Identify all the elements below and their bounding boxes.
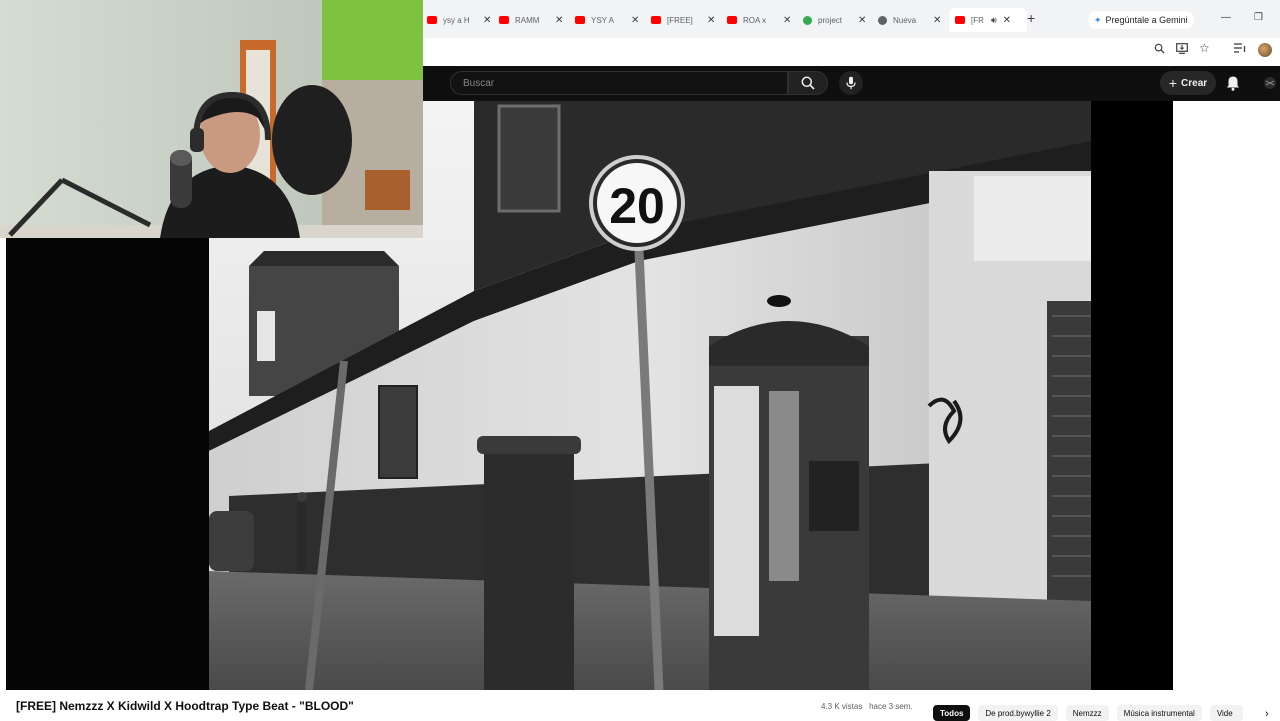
- search-icon: [801, 76, 815, 90]
- close-icon[interactable]: ✕: [555, 15, 563, 26]
- browser-tab-7[interactable]: Nueva ✕: [878, 8, 946, 32]
- close-icon[interactable]: ✕: [483, 15, 491, 26]
- filter-chips: Todos De prod.bywyllie 2 Nemzzz Música i…: [933, 705, 1243, 721]
- account-avatar[interactable]: [1262, 75, 1278, 91]
- close-icon[interactable]: ✕: [1003, 15, 1011, 26]
- gemini-sparkle-icon: ✦: [1094, 14, 1102, 25]
- video-meta: 4.3 K vistas hace 3 sem.: [821, 702, 913, 711]
- youtube-favicon-icon: [955, 16, 965, 24]
- chip-instrumental[interactable]: Música instrumental: [1116, 705, 1202, 721]
- plus-icon: +: [1168, 75, 1178, 91]
- drive-favicon-icon: [803, 15, 812, 25]
- video-letterbox-right: [1091, 101, 1173, 690]
- chevron-right-icon[interactable]: ›: [1265, 708, 1269, 720]
- browser-tab-4[interactable]: [FREE] ✕: [651, 8, 719, 32]
- browser-tab-5[interactable]: ROA x ✕: [727, 8, 795, 32]
- close-icon[interactable]: ✕: [783, 15, 791, 26]
- video-title: [FREE] Nemzzz X Kidwild X Hoodtrap Type …: [16, 699, 354, 713]
- youtube-favicon-icon: [427, 16, 437, 24]
- search-button[interactable]: [788, 71, 828, 95]
- bookmark-star-icon[interactable]: ☆: [1199, 41, 1210, 55]
- restore-button[interactable]: ❐: [1254, 12, 1263, 23]
- install-app-icon[interactable]: [1176, 43, 1188, 57]
- search-input[interactable]: [461, 77, 765, 90]
- youtube-favicon-icon: [651, 16, 661, 24]
- speed-sign-number: 20: [609, 178, 665, 234]
- chip-videos[interactable]: Vide: [1209, 705, 1243, 721]
- webcam-frame: [0, 0, 423, 238]
- browser-toolbar: ☆: [423, 38, 1280, 62]
- close-icon[interactable]: ✕: [707, 15, 715, 26]
- webcam-overlay: [0, 0, 423, 238]
- voice-search-button[interactable]: [839, 71, 863, 95]
- browser-tab-2[interactable]: RAMM ✕: [499, 8, 567, 32]
- minimize-button[interactable]: —: [1221, 12, 1231, 23]
- microphone-icon: [846, 76, 856, 90]
- browser-tab-6[interactable]: project ✕: [803, 8, 871, 32]
- close-icon[interactable]: ✕: [858, 15, 866, 26]
- profile-avatar[interactable]: [1258, 43, 1272, 57]
- speaker-icon[interactable]: 🔊︎: [991, 15, 997, 26]
- gemini-button[interactable]: ✦ Pregúntale a Gemini: [1088, 11, 1194, 29]
- chip-all[interactable]: Todos: [933, 705, 971, 721]
- browser-tab-3[interactable]: YSY A ✕: [575, 8, 643, 32]
- chip-nemzzz[interactable]: Nemzzz: [1065, 705, 1109, 721]
- zoom-icon[interactable]: [1154, 43, 1165, 57]
- upload-age: hace 3 sem.: [869, 702, 913, 711]
- close-icon[interactable]: ✕: [631, 15, 639, 26]
- side-panel: [1173, 101, 1280, 690]
- chrome-favicon-icon: [878, 15, 887, 25]
- view-count: 4.3 K vistas: [821, 702, 863, 711]
- notifications-button[interactable]: [1226, 75, 1240, 96]
- browser-tab-active[interactable]: [FR 🔊︎ ✕: [949, 8, 1027, 32]
- youtube-favicon-icon: [499, 16, 509, 24]
- youtube-favicon-icon: [575, 16, 585, 24]
- reading-list-icon[interactable]: [1234, 43, 1246, 56]
- close-icon[interactable]: ✕: [933, 15, 941, 26]
- youtube-favicon-icon: [727, 16, 737, 24]
- search-box[interactable]: [450, 71, 788, 95]
- bell-icon: [1227, 76, 1239, 91]
- new-tab-button[interactable]: +: [1027, 10, 1035, 26]
- video-letterbox-left: [6, 238, 209, 690]
- account-avatar-icon: [1264, 77, 1276, 89]
- chip-from-uploader[interactable]: De prod.bywyllie 2: [978, 705, 1058, 721]
- browser-tab-1[interactable]: ysy a H ✕: [427, 8, 495, 32]
- create-button[interactable]: + Crear: [1160, 71, 1216, 95]
